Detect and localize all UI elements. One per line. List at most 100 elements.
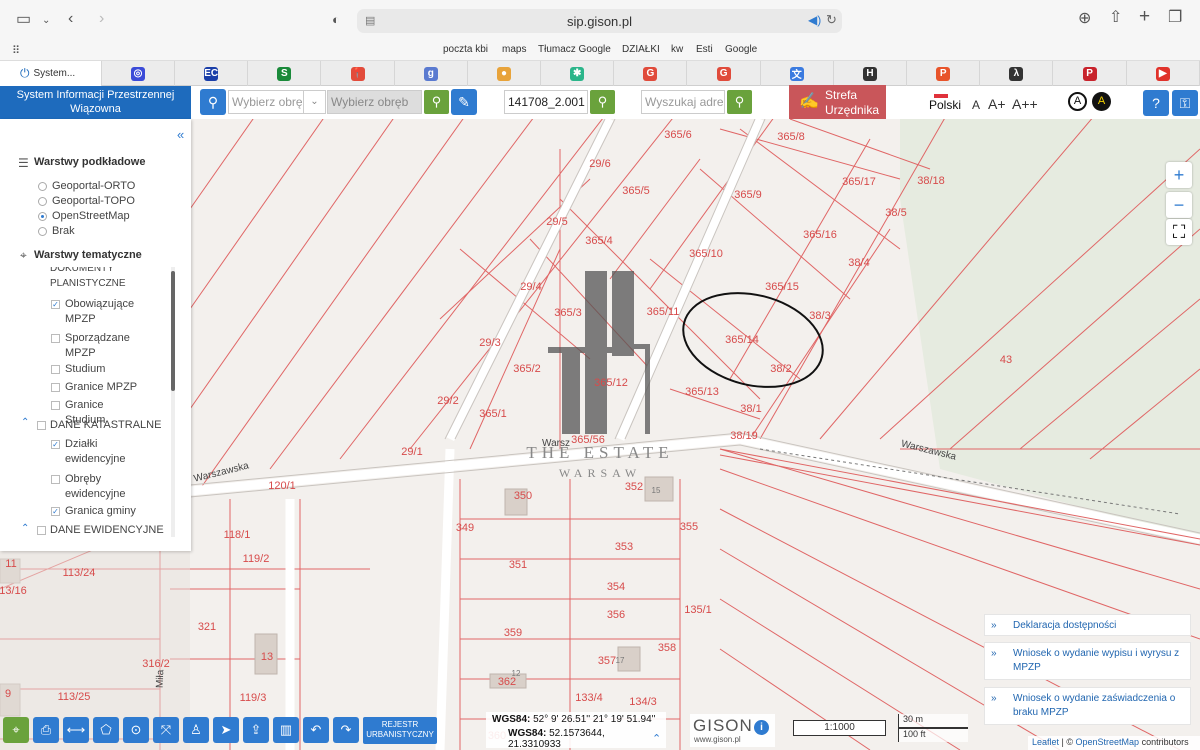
plot-label[interactable]: 365/15 — [765, 281, 799, 293]
tab-15[interactable]: P — [1054, 61, 1127, 86]
plot-label[interactable]: 38/4 — [848, 257, 869, 269]
layer-checkbox[interactable] — [51, 334, 60, 343]
plot-label[interactable]: 13 — [261, 651, 273, 663]
search-tool-button[interactable]: ⚲ — [200, 89, 226, 115]
layer-checkbox[interactable] — [51, 401, 60, 410]
plot-label[interactable]: 357 — [598, 655, 616, 667]
measure-line-button[interactable]: ⟷ — [63, 717, 89, 743]
plot-label[interactable]: 352 — [625, 481, 643, 493]
ewid-group-checkbox[interactable] — [37, 526, 46, 535]
chevron-up-icon[interactable]: ⌃ — [21, 523, 29, 534]
search-parcel-button[interactable]: ⚲ — [590, 90, 615, 114]
link-zaswiadczenie[interactable]: » Wniosek o wydanie zaświadczenia o braku… — [984, 687, 1191, 725]
font-size-normal[interactable]: A — [972, 98, 980, 112]
plot-label[interactable]: 15 — [652, 486, 661, 495]
link-deklaracja[interactable]: » Deklaracja dostępności — [984, 614, 1191, 636]
obreb-select[interactable]: Wybierz obręb — [327, 90, 422, 114]
tab-10[interactable]: G — [688, 61, 761, 86]
collapse-panel-icon[interactable]: « — [177, 127, 184, 142]
plot-label[interactable]: 135/1 — [684, 604, 712, 616]
base-layer-radio[interactable] — [38, 212, 47, 221]
plot-label[interactable]: 365/4 — [585, 235, 613, 247]
audio-icon[interactable]: ◀) — [808, 13, 821, 27]
plot-label[interactable]: 316/2 — [142, 658, 170, 670]
bookmark-google[interactable]: Google — [725, 44, 757, 55]
scale-select[interactable]: 1:1000 — [793, 720, 886, 736]
plot-label[interactable]: 365/14 — [725, 334, 759, 346]
reload-icon[interactable]: ↻ — [826, 12, 837, 28]
plot-label[interactable]: 365/10 — [689, 248, 723, 260]
plot-label[interactable]: 351 — [509, 559, 527, 571]
plot-label[interactable]: 29/3 — [479, 337, 500, 349]
redo-button[interactable]: ↷ — [333, 717, 359, 743]
plot-label[interactable]: 354 — [607, 581, 625, 593]
plot-label[interactable]: 365/17 — [842, 176, 876, 188]
plot-label[interactable]: 11 — [5, 558, 16, 570]
back-icon[interactable]: ‹ — [68, 11, 73, 27]
address-search-input[interactable]: Wyszukaj adre — [641, 90, 725, 114]
plot-label[interactable]: 118/1 — [224, 529, 251, 541]
tab-3[interactable]: EC — [175, 61, 249, 86]
plot-label[interactable]: 38/18 — [917, 175, 945, 187]
address-bar[interactable]: ▤ sip.gison.pl ◀) ↻ — [357, 9, 842, 33]
bookmark-kw[interactable]: kw — [671, 44, 683, 55]
layer-checkbox[interactable] — [51, 365, 60, 374]
plot-label[interactable]: 38/19 — [730, 430, 758, 442]
scrollbar-thumb[interactable] — [171, 271, 175, 391]
zoom-out-button[interactable]: − — [1166, 192, 1192, 218]
plot-label[interactable]: 353 — [615, 541, 633, 553]
chevron-down-icon[interactable]: ⌄ — [303, 91, 325, 113]
plot-label[interactable]: 365/1 — [479, 408, 507, 420]
streetview-button[interactable]: ♙ — [183, 717, 209, 743]
navigate-button[interactable]: ➤ — [213, 717, 239, 743]
tab-5[interactable]: 📍 — [322, 61, 395, 86]
search-obreb-button[interactable]: ⚲ — [424, 90, 449, 114]
layer-checkbox[interactable] — [51, 475, 60, 484]
base-layer-radio[interactable] — [38, 182, 47, 191]
plot-label[interactable]: 119/2 — [243, 553, 270, 565]
link-wypis[interactable]: » Wniosek o wydanie wypisu i wyrysu z MPZ… — [984, 642, 1191, 680]
font-size-xlarge[interactable]: A++ — [1012, 96, 1038, 112]
plot-label[interactable]: 12 — [512, 669, 521, 678]
plot-label[interactable]: 29/5 — [546, 216, 567, 228]
rejestr-urbanistyczny-button[interactable]: REJESTR URBANISTYCZNY — [363, 717, 437, 744]
grid-icon[interactable]: ⠿ — [12, 43, 20, 59]
plot-label[interactable]: 356 — [607, 609, 625, 621]
contrast-high-button[interactable]: A — [1092, 92, 1111, 111]
kataster-group-checkbox[interactable] — [37, 421, 46, 430]
select-tool-button[interactable]: ⌖ — [3, 717, 29, 743]
sidebar-toggle-icon[interactable]: ▭ — [16, 12, 31, 28]
layer-checkbox[interactable] — [51, 383, 60, 392]
plot-label[interactable]: 9 — [5, 688, 11, 700]
bookmark-tlumacz[interactable]: Tłumacz Google — [538, 44, 611, 55]
plot-label[interactable]: 358 — [658, 642, 676, 654]
tab-11[interactable]: 文 — [761, 61, 834, 86]
forward-icon[interactable]: › — [99, 11, 104, 27]
bookmark-esti[interactable]: Esti — [696, 44, 713, 55]
tab-overview-icon[interactable]: ❐ — [1168, 10, 1182, 26]
tab-16[interactable]: ▶ — [1127, 61, 1200, 86]
tab-9[interactable]: G — [614, 61, 688, 86]
layer-checkbox[interactable]: ✓ — [51, 300, 60, 309]
tab-14[interactable]: λ — [980, 61, 1054, 86]
new-tab-icon[interactable]: + — [1139, 7, 1150, 26]
plot-label[interactable]: 120/1 — [268, 480, 296, 492]
login-button[interactable]: ⚿ — [1172, 90, 1198, 116]
layer-checkbox[interactable]: ✓ — [51, 507, 60, 516]
download-icon[interactable]: ⊕ — [1078, 11, 1091, 27]
chevron-up-icon[interactable]: ⌃ — [652, 732, 661, 745]
plot-label[interactable]: 365/5 — [622, 185, 650, 197]
plot-label[interactable]: 113/25 — [58, 691, 91, 703]
search-address-button[interactable]: ⚲ — [727, 90, 752, 114]
leaflet-link[interactable]: Leaflet — [1032, 737, 1059, 747]
plot-label[interactable]: 365/11 — [647, 306, 680, 318]
font-size-large[interactable]: A+ — [988, 96, 1006, 112]
undo-button[interactable]: ↶ — [303, 717, 329, 743]
plot-label[interactable]: 365/8 — [777, 131, 805, 143]
plot-label[interactable]: 350 — [514, 490, 532, 502]
plot-label[interactable]: 29/6 — [589, 158, 610, 170]
share-icon[interactable]: ⇧ — [1109, 10, 1122, 26]
map-book-button[interactable]: ▥ — [273, 717, 299, 743]
base-layer-radio[interactable] — [38, 227, 47, 236]
plot-label[interactable]: 321 — [198, 621, 216, 633]
